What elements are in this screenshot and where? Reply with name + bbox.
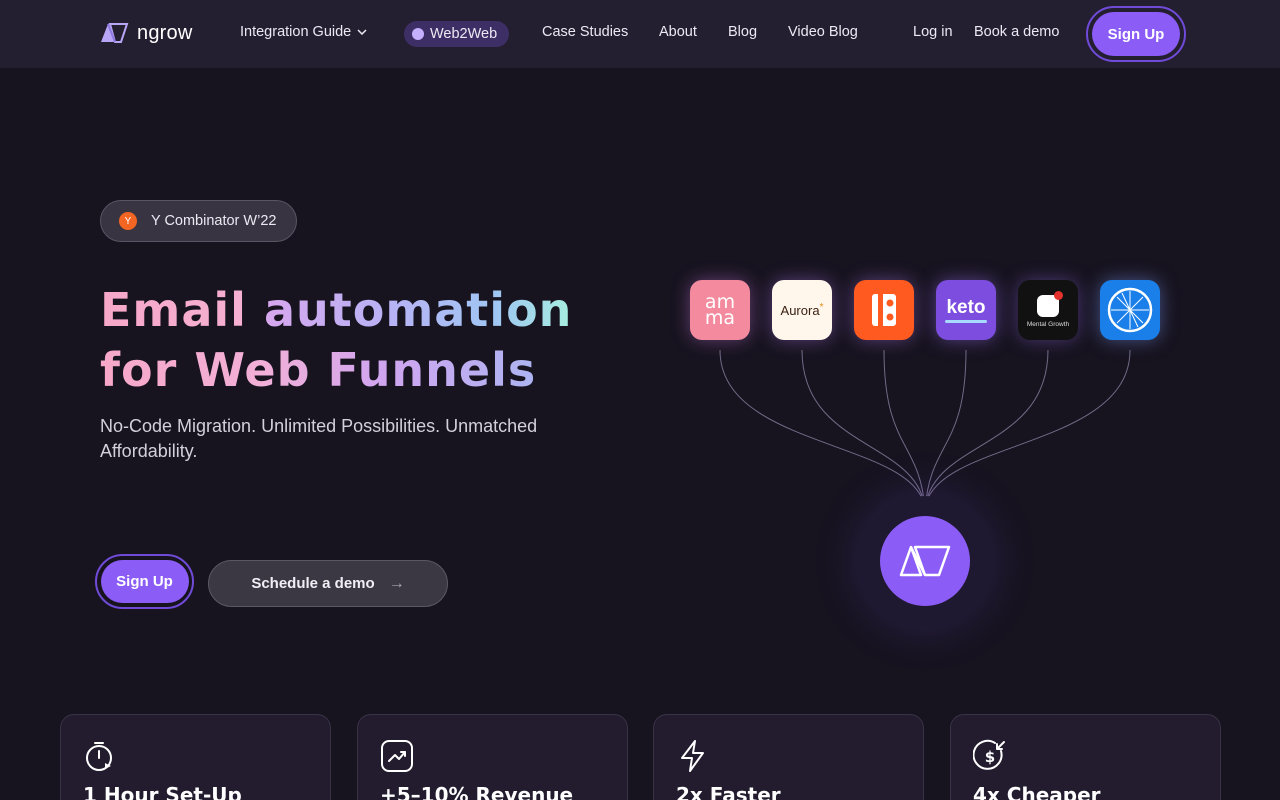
- logo-wordmark: ngrow: [137, 21, 193, 44]
- site-header: ngrow Integration Guide Web2Web Case Stu…: [0, 0, 1280, 68]
- integrations-graphic: am ma Aurora * keto Mental Growth: [680, 270, 1180, 640]
- keto-app-icon: keto: [936, 280, 996, 340]
- hero-subtitle: No-Code Migration. Unlimited Possibiliti…: [100, 416, 538, 461]
- header-signup-label: Sign Up: [1092, 12, 1180, 56]
- feature-title-setup: 1 Hour Set-Up: [83, 783, 242, 800]
- hero-title: Email automation for Web Funnels: [100, 280, 572, 400]
- amma-app-icon: am ma: [690, 280, 750, 340]
- lightning-icon: [681, 740, 704, 772]
- feature-title-revenue: +5–10% Revenue: [380, 783, 574, 800]
- chevron-down-icon: [357, 29, 367, 35]
- web2web-dot-icon: [412, 28, 424, 40]
- feature-card-faster: 2x Faster: [653, 714, 924, 800]
- hero-signup-button[interactable]: Sign Up: [95, 554, 194, 609]
- amma-icon-text: am ma: [704, 291, 736, 329]
- feature-card-cheaper: $ 4x Cheaper: [950, 714, 1221, 800]
- b-logo-icon: [872, 294, 896, 326]
- timer-icon: [86, 742, 112, 771]
- feature-card-revenue: +5–10% Revenue: [357, 714, 628, 800]
- hero-title-line2: for Web Funnels: [100, 340, 572, 400]
- y-combinator-icon: Y: [119, 212, 137, 230]
- ngrow-logo[interactable]: ngrow: [99, 20, 192, 46]
- nav-video-blog[interactable]: Video Blog: [788, 24, 858, 40]
- nav-integration-guide-label: Integration Guide: [240, 24, 352, 40]
- nav-web2web[interactable]: Web2Web: [404, 21, 510, 47]
- dollar-down-icon: $: [973, 739, 1005, 770]
- svg-text:$: $: [985, 748, 995, 766]
- schedule-demo-label: Schedule a demo: [251, 575, 375, 592]
- feature-title-faster: 2x Faster: [676, 783, 781, 800]
- yc-badge-text: Y Combinator W’22: [151, 213, 277, 229]
- hero-title-word-email: Email: [100, 283, 247, 337]
- mental-growth-icon-text: Mental Growth: [1026, 320, 1070, 328]
- book-demo-link[interactable]: Book a demo: [974, 24, 1059, 40]
- login-link[interactable]: Log in: [913, 24, 953, 40]
- nav-blog[interactable]: Blog: [728, 24, 757, 40]
- aurora-icon-text: Aurora: [780, 302, 820, 318]
- nav-integration-guide[interactable]: Integration Guide: [240, 24, 367, 40]
- compass-icon: [1107, 287, 1153, 333]
- keto-icon-text: keto: [946, 297, 986, 318]
- b-app-icon: [854, 280, 914, 340]
- nav-about[interactable]: About: [659, 24, 697, 40]
- schedule-demo-button[interactable]: Schedule a demo →: [208, 560, 448, 607]
- mental-growth-app-icon: Mental Growth: [1018, 280, 1078, 340]
- hero-signup-label: Sign Up: [100, 560, 189, 603]
- hero-title-word-automation: automation: [263, 283, 573, 337]
- ngrow-logo-icon: [101, 23, 129, 43]
- y-combinator-badge: Y Y Combinator W’22: [100, 200, 297, 242]
- nav-web2web-label: Web2Web: [430, 26, 498, 42]
- ngrow-hub-icon: [880, 516, 970, 606]
- trend-up-icon: [381, 740, 413, 772]
- header-signup-button[interactable]: Sign Up: [1086, 6, 1186, 62]
- arrow-right-icon: →: [388, 574, 405, 592]
- compass-app-icon: [1100, 280, 1160, 340]
- nav-case-studies[interactable]: Case Studies: [542, 24, 628, 40]
- aurora-app-icon: Aurora *: [772, 280, 832, 340]
- ngrow-hub-logo: [899, 545, 951, 577]
- feature-title-cheaper: 4x Cheaper: [973, 783, 1101, 800]
- feature-card-setup: 1 Hour Set-Up: [60, 714, 331, 800]
